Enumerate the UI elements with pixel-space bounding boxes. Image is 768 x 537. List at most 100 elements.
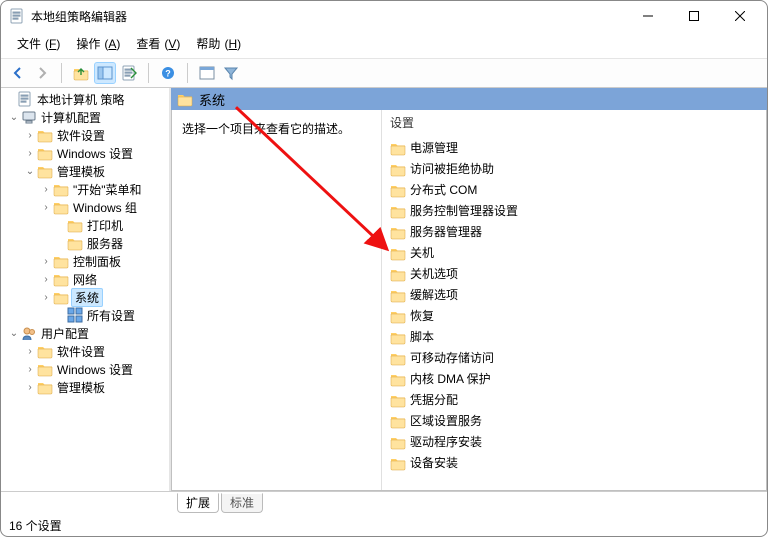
description-text: 选择一个项目来查看它的描述。: [182, 122, 350, 136]
tree-computer-config[interactable]: ⌄ 计算机配置: [1, 108, 169, 126]
folder-icon: [390, 329, 406, 345]
list-item[interactable]: 服务控制管理器设置: [382, 200, 766, 221]
tree-label: 本地计算机 策略: [35, 91, 126, 108]
list-item-label: 区域设置服务: [410, 412, 482, 429]
list-item-label: 电源管理: [410, 139, 458, 156]
tree-root[interactable]: 本地计算机 策略: [1, 90, 169, 108]
tree-control-panel[interactable]: › 控制面板: [1, 252, 169, 270]
tree-label: 网络: [71, 271, 99, 288]
toolbar-divider: [61, 63, 62, 83]
tree-printers[interactable]: 打印机: [1, 216, 169, 234]
list-item-label: 恢复: [410, 307, 434, 324]
tree-servers[interactable]: 服务器: [1, 234, 169, 252]
tree-panel[interactable]: 本地计算机 策略 ⌄ 计算机配置 › 软件设置 › Windows 设置 ⌄ 管…: [1, 88, 171, 491]
list-item-label: 关机: [410, 244, 434, 261]
tree-user-admin[interactable]: › 管理模板: [1, 378, 169, 396]
list-item[interactable]: 服务器管理器: [382, 221, 766, 242]
svg-text:?: ?: [165, 69, 171, 79]
tree-label: Windows 设置: [55, 145, 135, 162]
panes-icon: [97, 65, 113, 81]
collapse-toggle[interactable]: ⌄: [23, 166, 37, 177]
menu-file[interactable]: 文件(F): [9, 33, 64, 54]
tree-label-selected: 系统: [71, 288, 103, 307]
folder-icon: [390, 308, 406, 324]
tree-windows-settings[interactable]: › Windows 设置: [1, 144, 169, 162]
tree-software-settings[interactable]: › 软件设置: [1, 126, 169, 144]
export-button[interactable]: [118, 62, 140, 84]
menu-help[interactable]: 帮助(H): [188, 33, 245, 54]
tree-admin-templates[interactable]: ⌄ 管理模板: [1, 162, 169, 180]
expand-toggle[interactable]: ›: [39, 274, 53, 285]
app-icon: [9, 8, 25, 24]
settings-list[interactable]: 设置 电源管理访问被拒绝协助分布式 COM服务控制管理器设置服务器管理器关机关机…: [382, 110, 766, 490]
folder-up-icon: [73, 65, 89, 81]
expand-toggle[interactable]: ›: [39, 292, 53, 303]
list-item[interactable]: 驱动程序安装: [382, 431, 766, 452]
toolbar-divider: [187, 63, 188, 83]
list-item[interactable]: 内核 DMA 保护: [382, 368, 766, 389]
tree-label: Windows 设置: [55, 361, 135, 378]
list-item[interactable]: 设备安装: [382, 452, 766, 473]
list-item[interactable]: 凭据分配: [382, 389, 766, 410]
show-tree-button[interactable]: [94, 62, 116, 84]
tree-label: 服务器: [85, 235, 125, 252]
folder-icon: [37, 127, 53, 143]
list-item[interactable]: 关机: [382, 242, 766, 263]
folder-icon: [390, 182, 406, 198]
expand-toggle[interactable]: ›: [39, 202, 53, 213]
close-button[interactable]: [717, 1, 763, 31]
up-button[interactable]: [70, 62, 92, 84]
column-header-settings[interactable]: 设置: [382, 110, 766, 137]
expand-toggle[interactable]: ›: [39, 184, 53, 195]
tree-all-settings[interactable]: 所有设置: [1, 306, 169, 324]
list-item[interactable]: 分布式 COM: [382, 179, 766, 200]
forward-button[interactable]: [31, 62, 53, 84]
tree-network[interactable]: › 网络: [1, 270, 169, 288]
list-item[interactable]: 可移动存储访问: [382, 347, 766, 368]
toolbar-divider: [148, 63, 149, 83]
expand-toggle[interactable]: ›: [23, 364, 37, 375]
folder-icon: [37, 343, 53, 359]
tab-standard[interactable]: 标准: [221, 493, 263, 513]
list-item[interactable]: 区域设置服务: [382, 410, 766, 431]
folder-icon: [37, 361, 53, 377]
collapse-toggle[interactable]: ⌄: [7, 328, 21, 339]
all-settings-icon: [67, 307, 83, 323]
tree-system[interactable]: › 系统: [1, 288, 169, 306]
back-button[interactable]: [7, 62, 29, 84]
details-body: 选择一个项目来查看它的描述。 设置 电源管理访问被拒绝协助分布式 COM服务控制…: [171, 110, 767, 491]
description-column: 选择一个项目来查看它的描述。: [172, 110, 382, 490]
menu-action[interactable]: 操作(A): [68, 33, 124, 54]
list-item[interactable]: 电源管理: [382, 137, 766, 158]
tree-windows-components[interactable]: › Windows 组: [1, 198, 169, 216]
list-item[interactable]: 访问被拒绝协助: [382, 158, 766, 179]
list-item-label: 缓解选项: [410, 286, 458, 303]
maximize-button[interactable]: [671, 1, 717, 31]
expand-toggle[interactable]: ›: [23, 382, 37, 393]
list-item[interactable]: 缓解选项: [382, 284, 766, 305]
list-item-label: 关机选项: [410, 265, 458, 282]
expand-toggle[interactable]: ›: [23, 148, 37, 159]
list-item[interactable]: 脚本: [382, 326, 766, 347]
menu-view[interactable]: 查看(V): [128, 33, 184, 54]
expand-toggle[interactable]: ›: [23, 130, 37, 141]
collapse-toggle[interactable]: ⌄: [7, 112, 21, 123]
tab-extended[interactable]: 扩展: [177, 493, 219, 513]
minimize-button[interactable]: [625, 1, 671, 31]
tree-start-menu[interactable]: › "开始"菜单和: [1, 180, 169, 198]
folder-icon: [390, 203, 406, 219]
details-header: 系统: [171, 88, 767, 110]
forward-arrow-icon: [34, 65, 50, 81]
minimize-icon: [643, 11, 653, 21]
help-button[interactable]: ?: [157, 62, 179, 84]
list-item[interactable]: 恢复: [382, 305, 766, 326]
tree-user-software[interactable]: › 软件设置: [1, 342, 169, 360]
title-bar: 本地组策略编辑器: [1, 1, 767, 31]
tree-user-config[interactable]: ⌄ 用户配置: [1, 324, 169, 342]
expand-toggle[interactable]: ›: [39, 256, 53, 267]
tree-user-windows[interactable]: › Windows 设置: [1, 360, 169, 378]
expand-toggle[interactable]: ›: [23, 346, 37, 357]
list-item[interactable]: 关机选项: [382, 263, 766, 284]
filter-button[interactable]: [220, 62, 242, 84]
properties-button[interactable]: [196, 62, 218, 84]
